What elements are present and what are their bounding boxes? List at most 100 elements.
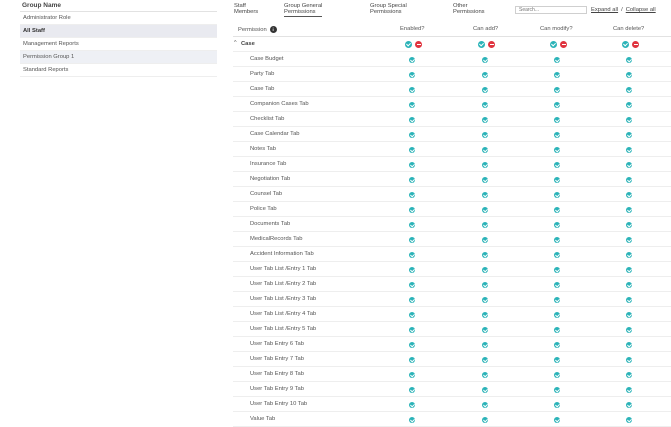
can-modify-check-icon[interactable]	[554, 87, 560, 93]
can-delete-check-icon[interactable]	[626, 162, 632, 168]
enabled-check-icon[interactable]	[409, 342, 415, 348]
can-delete-check-icon[interactable]	[626, 222, 632, 228]
enabled-check-icon[interactable]	[409, 387, 415, 393]
can-add-check-icon[interactable]	[482, 342, 488, 348]
expand-all-link[interactable]: Expand all	[591, 7, 618, 13]
can-modify-check-icon[interactable]	[554, 237, 560, 243]
tab-group-general-permissions[interactable]: Group General Permissions	[284, 3, 323, 18]
can-modify-check-icon[interactable]	[554, 312, 560, 318]
can-delete-check-icon[interactable]	[626, 372, 632, 378]
can-add-check-icon[interactable]	[482, 147, 488, 153]
group-item[interactable]: Management Reports	[20, 38, 217, 51]
enabled-check-icon[interactable]	[409, 417, 415, 423]
add-none-cross-icon[interactable]	[488, 41, 495, 48]
enabled-check-icon[interactable]	[409, 102, 415, 108]
can-modify-check-icon[interactable]	[554, 252, 560, 258]
enabled-check-icon[interactable]	[409, 162, 415, 168]
can-delete-check-icon[interactable]	[626, 57, 632, 63]
can-add-check-icon[interactable]	[482, 222, 488, 228]
can-modify-check-icon[interactable]	[554, 132, 560, 138]
can-modify-check-icon[interactable]	[554, 342, 560, 348]
can-modify-check-icon[interactable]	[554, 57, 560, 63]
can-modify-check-icon[interactable]	[554, 162, 560, 168]
enabled-check-icon[interactable]	[409, 177, 415, 183]
can-delete-check-icon[interactable]	[626, 312, 632, 318]
can-modify-check-icon[interactable]	[554, 207, 560, 213]
group-item[interactable]: Standard Reports	[20, 64, 217, 77]
enabled-check-icon[interactable]	[409, 57, 415, 63]
can-modify-check-icon[interactable]	[554, 297, 560, 303]
tab-group-special-permissions[interactable]: Group Special Permissions	[370, 3, 407, 15]
can-modify-check-icon[interactable]	[554, 402, 560, 408]
enabled-check-icon[interactable]	[409, 312, 415, 318]
enabled-check-icon[interactable]	[409, 72, 415, 78]
delete-all-check-icon[interactable]	[622, 41, 629, 48]
tab-staff-members[interactable]: Staff Members	[234, 3, 258, 15]
can-modify-check-icon[interactable]	[554, 267, 560, 273]
can-add-check-icon[interactable]	[482, 402, 488, 408]
can-delete-check-icon[interactable]	[626, 72, 632, 78]
enabled-check-icon[interactable]	[409, 357, 415, 363]
enabled-check-icon[interactable]	[409, 282, 415, 288]
enabled-check-icon[interactable]	[409, 327, 415, 333]
can-add-check-icon[interactable]	[482, 117, 488, 123]
can-add-check-icon[interactable]	[482, 177, 488, 183]
enabled-check-icon[interactable]	[409, 372, 415, 378]
modify-none-cross-icon[interactable]	[560, 41, 567, 48]
can-add-check-icon[interactable]	[482, 417, 488, 423]
enabled-check-icon[interactable]	[409, 207, 415, 213]
disable-all-cross-icon[interactable]	[415, 41, 422, 48]
can-add-check-icon[interactable]	[482, 162, 488, 168]
collapse-caret-icon[interactable]: ^	[234, 40, 237, 46]
can-delete-check-icon[interactable]	[626, 237, 632, 243]
modify-all-check-icon[interactable]	[550, 41, 557, 48]
can-add-check-icon[interactable]	[482, 387, 488, 393]
group-item[interactable]: Administrator Role	[20, 12, 217, 25]
enabled-check-icon[interactable]	[409, 192, 415, 198]
group-item[interactable]: All Staff	[20, 25, 217, 38]
can-modify-check-icon[interactable]	[554, 192, 560, 198]
can-add-check-icon[interactable]	[482, 237, 488, 243]
can-add-check-icon[interactable]	[482, 357, 488, 363]
can-delete-check-icon[interactable]	[626, 117, 632, 123]
can-delete-check-icon[interactable]	[626, 417, 632, 423]
can-delete-check-icon[interactable]	[626, 132, 632, 138]
can-add-check-icon[interactable]	[482, 192, 488, 198]
can-delete-check-icon[interactable]	[626, 87, 632, 93]
can-delete-check-icon[interactable]	[626, 282, 632, 288]
can-delete-check-icon[interactable]	[626, 357, 632, 363]
can-delete-check-icon[interactable]	[626, 327, 632, 333]
delete-none-cross-icon[interactable]	[632, 41, 639, 48]
enabled-check-icon[interactable]	[409, 87, 415, 93]
can-delete-check-icon[interactable]	[626, 147, 632, 153]
enabled-check-icon[interactable]	[409, 237, 415, 243]
can-delete-check-icon[interactable]	[626, 207, 632, 213]
can-delete-check-icon[interactable]	[626, 342, 632, 348]
enabled-check-icon[interactable]	[409, 147, 415, 153]
can-delete-check-icon[interactable]	[626, 252, 632, 258]
can-add-check-icon[interactable]	[482, 312, 488, 318]
can-modify-check-icon[interactable]	[554, 327, 560, 333]
enabled-check-icon[interactable]	[409, 222, 415, 228]
can-modify-check-icon[interactable]	[554, 177, 560, 183]
enabled-check-icon[interactable]	[409, 297, 415, 303]
enabled-check-icon[interactable]	[409, 267, 415, 273]
can-add-check-icon[interactable]	[482, 297, 488, 303]
can-modify-check-icon[interactable]	[554, 72, 560, 78]
group-item[interactable]: Permission Group 1	[20, 51, 217, 64]
can-add-check-icon[interactable]	[482, 252, 488, 258]
can-add-check-icon[interactable]	[482, 102, 488, 108]
collapse-all-link[interactable]: Collapse all	[626, 7, 656, 13]
can-modify-check-icon[interactable]	[554, 357, 560, 363]
can-delete-check-icon[interactable]	[626, 297, 632, 303]
can-delete-check-icon[interactable]	[626, 192, 632, 198]
can-delete-check-icon[interactable]	[626, 402, 632, 408]
can-modify-check-icon[interactable]	[554, 147, 560, 153]
can-add-check-icon[interactable]	[482, 372, 488, 378]
tab-other-permissions[interactable]: Other Permissions	[453, 3, 485, 15]
can-add-check-icon[interactable]	[482, 132, 488, 138]
can-modify-check-icon[interactable]	[554, 387, 560, 393]
can-modify-check-icon[interactable]	[554, 417, 560, 423]
enabled-check-icon[interactable]	[409, 132, 415, 138]
can-modify-check-icon[interactable]	[554, 282, 560, 288]
